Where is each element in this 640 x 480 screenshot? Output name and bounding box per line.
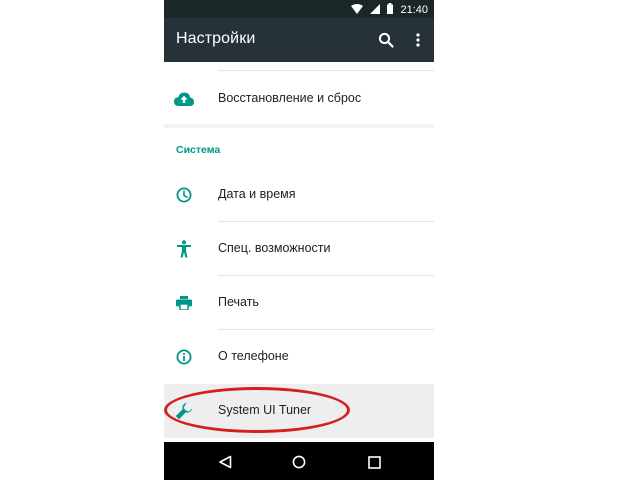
search-icon	[378, 32, 394, 48]
navigation-bar	[164, 442, 434, 480]
settings-item-label: О телефоне	[218, 349, 289, 363]
recents-button[interactable]	[363, 451, 385, 473]
back-icon	[219, 455, 232, 469]
status-bar: 21:40	[164, 0, 434, 18]
recents-icon	[367, 455, 381, 469]
settings-item-label: System UI Tuner	[218, 403, 312, 417]
accessibility-icon	[174, 239, 194, 259]
settings-item-label: Печать	[218, 295, 259, 309]
signal-icon	[370, 3, 381, 17]
cloud-upload-icon	[174, 89, 194, 109]
page-title: Настройки	[176, 30, 256, 47]
phone-screen: 21:40 Настройки Восстановление и сброс С…	[164, 0, 434, 480]
settings-card-system: Система Дата и время Спец. возможности П…	[164, 128, 434, 442]
settings-item-label: Дата и время	[218, 187, 296, 201]
clock-icon	[174, 185, 194, 205]
settings-item-system-ui-tuner[interactable]: System UI Tuner	[164, 384, 434, 438]
info-icon	[174, 347, 194, 367]
battery-icon	[387, 3, 394, 17]
settings-item-printing[interactable]: Печать	[164, 276, 434, 330]
settings-item-label: Восстановление и сброс	[218, 91, 362, 105]
wifi-icon	[351, 3, 364, 17]
search-button[interactable]	[374, 28, 398, 52]
home-icon	[292, 455, 306, 469]
section-header-system: Система	[176, 144, 221, 156]
app-bar: Настройки	[164, 18, 434, 62]
settings-card-top: Восстановление и сброс	[164, 62, 434, 124]
wrench-icon	[174, 401, 194, 421]
more-options-button[interactable]	[406, 28, 430, 52]
status-time: 21:40	[400, 4, 428, 16]
divider	[218, 70, 434, 71]
settings-item-date-time[interactable]: Дата и время	[164, 168, 434, 222]
settings-item-about-phone[interactable]: О телефоне	[164, 330, 434, 384]
printer-icon	[174, 293, 194, 313]
settings-list[interactable]: Восстановление и сброс Система Дата и вр…	[164, 62, 434, 442]
settings-item-backup-reset[interactable]: Восстановление и сброс	[164, 72, 434, 126]
home-button[interactable]	[288, 451, 310, 473]
settings-item-label: Спец. возможности	[218, 241, 331, 255]
back-button[interactable]	[214, 451, 236, 473]
more-vert-icon	[416, 33, 420, 47]
settings-item-accessibility[interactable]: Спец. возможности	[164, 222, 434, 276]
